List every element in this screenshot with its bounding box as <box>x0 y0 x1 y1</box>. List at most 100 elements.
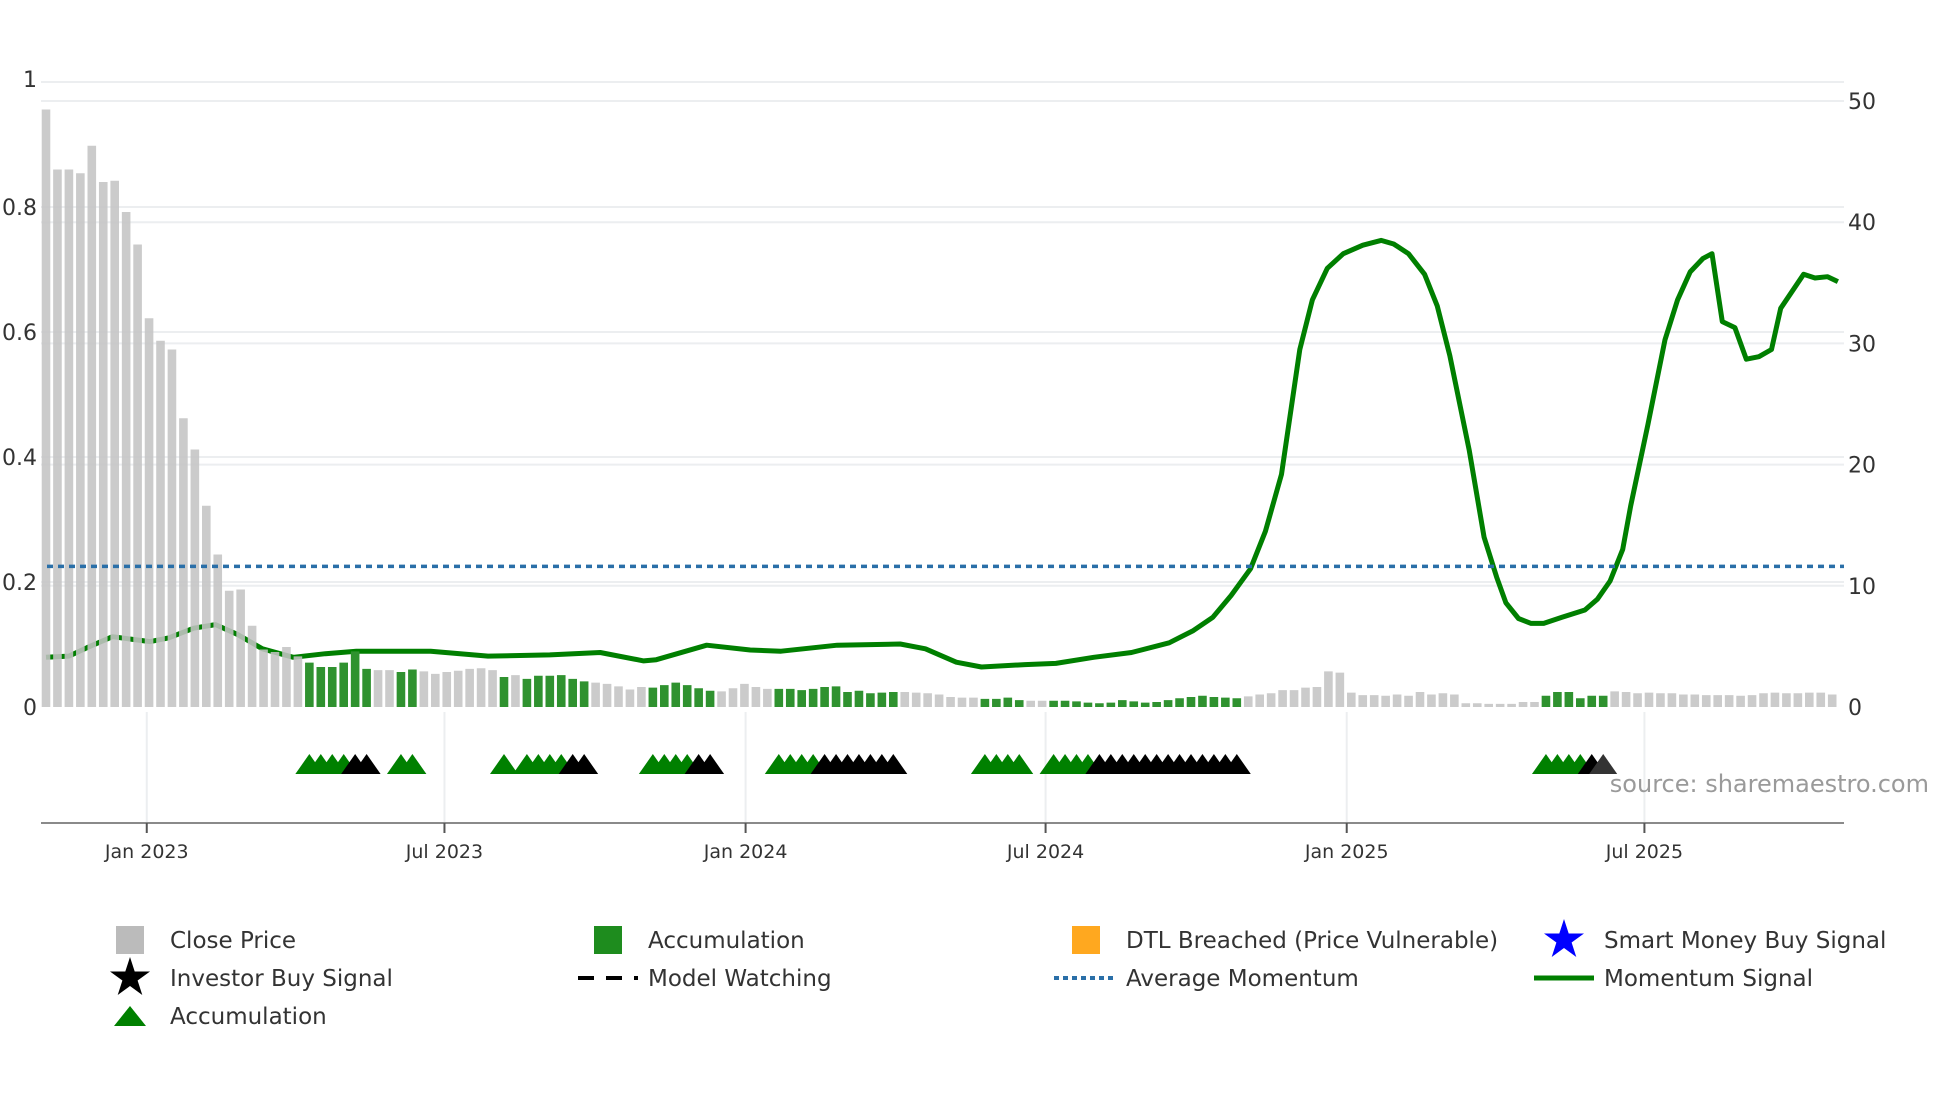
accumulation-bar <box>980 698 990 707</box>
close-price-bar <box>1770 692 1780 707</box>
gray-square-icon <box>116 926 144 954</box>
right-y-tick-label: 10 <box>1848 575 1876 600</box>
close-price-bar <box>1484 703 1493 707</box>
accumulation-bar <box>660 685 669 707</box>
legend-label: Average Momentum <box>1126 966 1359 992</box>
close-price-bar <box>1690 694 1700 707</box>
close-price-bar <box>900 692 910 707</box>
close-price-bar <box>202 505 211 707</box>
accumulation-bar <box>705 690 715 707</box>
signal-markers <box>295 754 1618 774</box>
close-price-bar <box>1610 691 1619 707</box>
close-price-bar <box>614 686 623 707</box>
accumulation-bar <box>1232 698 1242 707</box>
close-price-bar <box>1495 703 1505 707</box>
close-price-bar <box>1289 690 1299 707</box>
right-y-tick-label: 20 <box>1848 454 1876 479</box>
close-price-bar <box>76 173 85 707</box>
close-price-bar <box>419 671 429 707</box>
green-triangle-icon <box>114 1006 146 1026</box>
close-price-bar <box>133 244 142 707</box>
close-price-bar <box>911 692 921 707</box>
close-price-bar <box>1026 700 1035 707</box>
left-y-tick-label: 0 <box>23 696 37 721</box>
accumulation-bar <box>1129 701 1139 707</box>
close-price-bar <box>1347 692 1356 707</box>
close-price-bar <box>1679 694 1688 707</box>
close-price-bar <box>1404 695 1413 707</box>
x-tick-label: Jul 2023 <box>405 841 483 863</box>
accumulation-bar <box>1576 698 1585 707</box>
close-price-bar <box>1667 693 1677 707</box>
close-price-bar <box>41 109 51 707</box>
accumulation-bar <box>305 662 314 707</box>
legend: Close Price Accumulation DTL Breached (Pri… <box>110 919 1886 1030</box>
close-price-bar <box>1816 692 1826 707</box>
close-price-bar <box>1472 703 1482 707</box>
close-price-bar <box>121 212 131 707</box>
close-price-bar <box>957 697 967 707</box>
accumulation-bar <box>1083 702 1093 707</box>
close-price-bar <box>1415 692 1425 707</box>
close-price-bar <box>385 670 394 707</box>
close-price-bar <box>247 625 257 707</box>
accumulation-bar <box>992 698 1001 707</box>
black-star-icon <box>110 957 150 995</box>
accumulation-bar <box>1186 697 1196 707</box>
accumulation-bar <box>843 692 852 707</box>
accumulation-bar <box>1175 698 1184 707</box>
close-price-bar <box>1335 672 1345 707</box>
legend-item: Investor Buy Signal <box>110 957 393 995</box>
orange-square-icon <box>1072 926 1100 954</box>
close-price-bar <box>442 672 452 707</box>
close-price-bar <box>282 647 291 707</box>
close-price-bar <box>293 656 303 707</box>
close-price-bar <box>728 688 738 707</box>
accumulation-bar <box>682 685 692 707</box>
close-price-bar <box>1461 703 1471 707</box>
legend-item: Average Momentum <box>1054 966 1359 992</box>
close-price-bar <box>1736 695 1745 707</box>
x-tick-label: Jul 2024 <box>1006 841 1084 863</box>
close-price-bar <box>1621 692 1631 707</box>
close-price-bar <box>144 318 154 707</box>
left-y-tick-label: 1 <box>23 68 37 93</box>
close-price-bar <box>1312 687 1322 707</box>
close-price-bar <box>1827 694 1837 707</box>
accumulation-bar <box>522 678 532 707</box>
legend-label: Investor Buy Signal <box>170 966 393 992</box>
close-price-bar <box>1724 695 1734 707</box>
close-price-bar <box>1278 690 1287 707</box>
close-price-bar <box>1450 694 1459 707</box>
accumulation-bar <box>499 677 509 707</box>
close-price-bar <box>373 670 383 707</box>
accumulation-bar <box>671 682 681 707</box>
accumulation-bar <box>889 692 898 707</box>
accumulation-bar <box>648 687 658 707</box>
close-price-bar <box>934 694 944 707</box>
close-price-bar <box>236 589 245 707</box>
accumulation-bar <box>534 675 543 707</box>
close-price-bar <box>1782 693 1791 707</box>
close-price-bar <box>87 145 97 707</box>
close-price-bar <box>476 668 486 707</box>
accumulation-bar <box>1106 702 1116 707</box>
accumulation-bar <box>1553 692 1562 707</box>
close-price-bar <box>224 590 234 707</box>
legend-label: Accumulation <box>170 1004 327 1030</box>
accumulation-triangle <box>490 754 518 774</box>
accumulation-bar <box>1541 695 1551 707</box>
close-price-bar <box>1358 695 1368 707</box>
close-price-bar <box>717 691 726 707</box>
accumulation-bar <box>1140 702 1150 707</box>
close-price-bar <box>1530 702 1539 707</box>
close-price-bar <box>1381 695 1390 707</box>
close-price-bar <box>1438 693 1448 707</box>
close-price-bar <box>190 449 200 707</box>
accumulation-bar <box>1152 702 1161 707</box>
x-tick-label: Jan 2025 <box>1304 841 1389 863</box>
accumulation-bar <box>545 675 555 707</box>
close-price-bar <box>1255 694 1264 707</box>
close-price-bar <box>1266 693 1276 707</box>
close-price-bar <box>1633 693 1642 707</box>
